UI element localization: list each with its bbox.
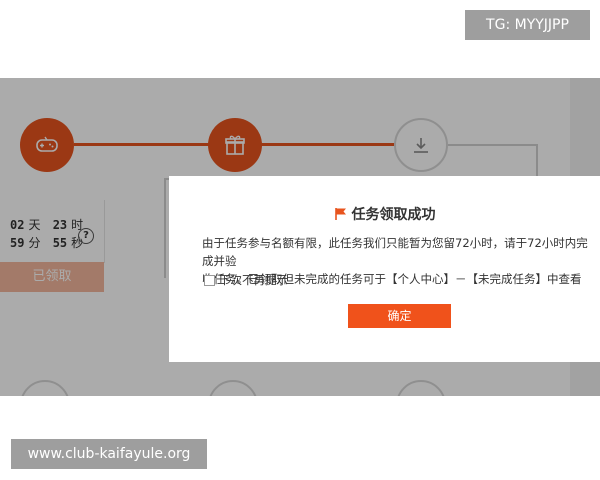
dialog-title: 任务领取成功 xyxy=(169,204,600,225)
dialog-title-text: 任务领取成功 xyxy=(351,207,436,223)
task-success-dialog: 任务领取成功 由于任务参与名额有限，此任务我们只能暂为您留72小时，请于72小时… xyxy=(169,176,600,362)
confirm-button[interactable]: 确定 xyxy=(348,304,451,328)
dont-show-again-label: 下次不再提示 xyxy=(219,273,288,287)
dont-show-again-checkbox[interactable] xyxy=(204,274,215,286)
site-watermark: www.club-kaifayule.org xyxy=(11,439,207,469)
dialog-message-line: 由于任务参与名额有限，此任务我们只能暂为您留72小时，请于72小时内完成并验 xyxy=(202,236,588,268)
tg-watermark: TG: MYYJJPP xyxy=(465,10,590,40)
dont-show-again-option[interactable]: 下次不再提示 xyxy=(204,272,288,288)
flag-icon xyxy=(334,207,348,225)
